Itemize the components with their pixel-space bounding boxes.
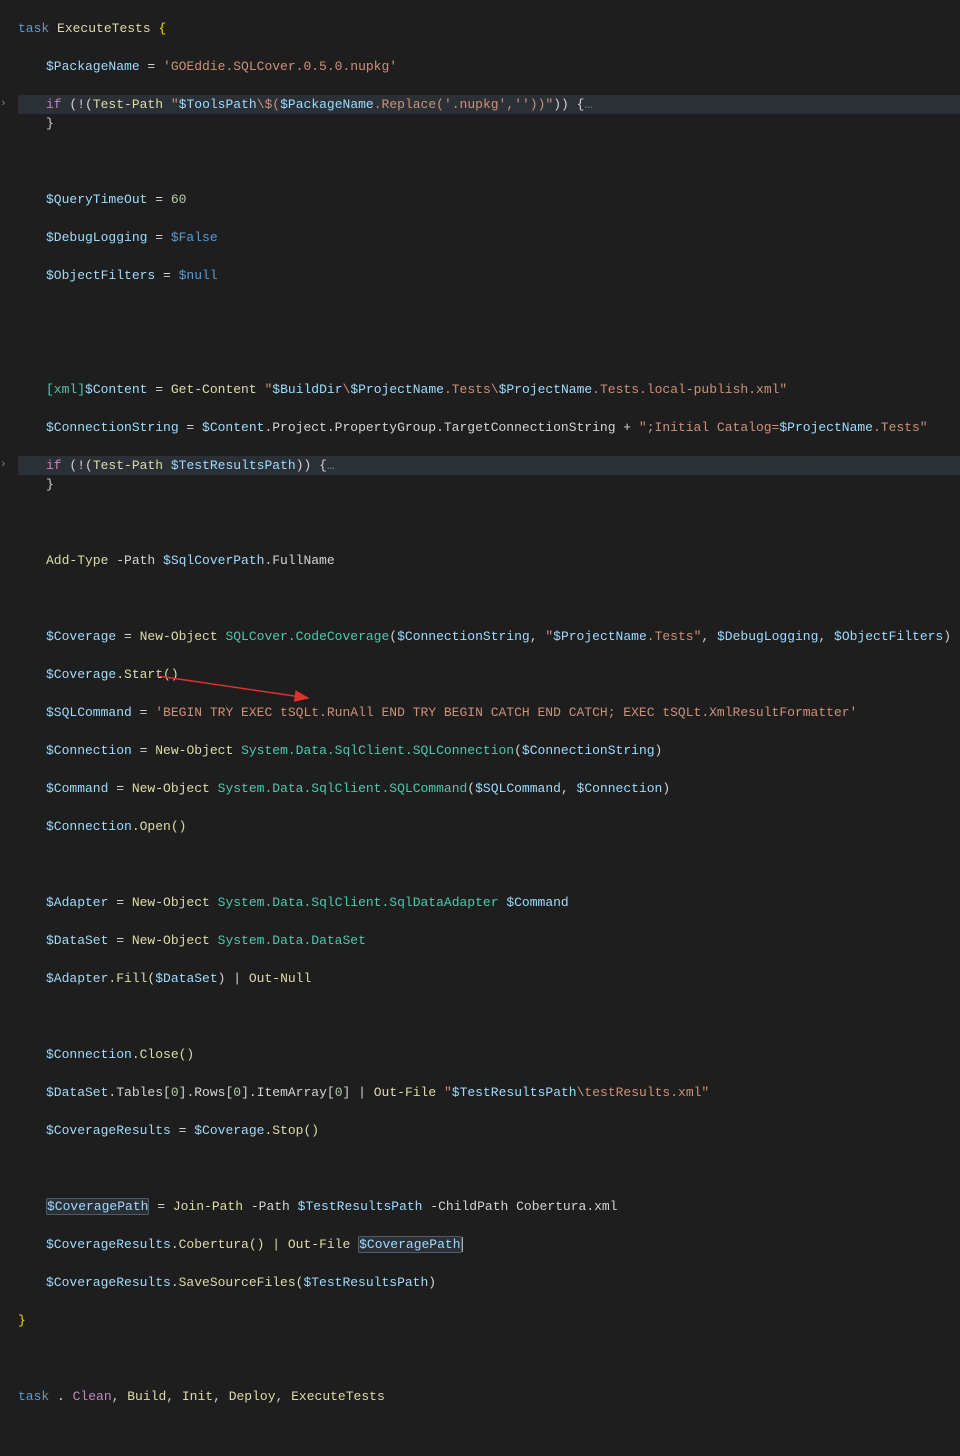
variable: $ToolsPath <box>179 97 257 112</box>
variable: $DebugLogging <box>46 230 147 245</box>
code-line[interactable]: [xml]$Content = Get-Content "$BuildDir\$… <box>18 380 960 399</box>
parameter: -Path <box>108 553 163 568</box>
variable-highlighted: $CoveragePath <box>46 1198 149 1215</box>
keyword-if: if <box>46 458 62 473</box>
code-line-empty[interactable] <box>18 152 960 171</box>
constant: $False <box>171 230 218 245</box>
code-line[interactable]: $Connection.Open() <box>18 817 960 836</box>
code-line-folded[interactable]: ›if (!(Test-Path "$ToolsPath\$($PackageN… <box>18 95 960 114</box>
code-line-empty[interactable] <box>18 1007 960 1026</box>
string: 'GOEddie.SQLCover.0.5.0.nupkg' <box>163 59 397 74</box>
string: 'BEGIN TRY EXEC tSQLt.RunAll END TRY BEG… <box>155 705 857 720</box>
fold-chevron-icon[interactable]: › <box>0 456 7 475</box>
code-line[interactable]: $Coverage.Start() <box>18 665 960 684</box>
code-line[interactable]: $Command = New-Object System.Data.SqlCli… <box>18 779 960 798</box>
task-name: Clean <box>73 1389 112 1404</box>
variable: $PackageName <box>46 59 140 74</box>
task-name: Build <box>127 1389 166 1404</box>
task-name: Deploy <box>229 1389 276 1404</box>
code-line[interactable]: $ConnectionString = $Content.Project.Pro… <box>18 418 960 437</box>
brace: } <box>18 1313 26 1328</box>
punct: )) { <box>553 97 584 112</box>
function-name: ExecuteTests <box>57 21 151 36</box>
variable: $ConnectionString <box>46 420 179 435</box>
brace: { <box>158 21 166 36</box>
code-line-empty[interactable] <box>18 1159 960 1178</box>
operator: = <box>140 59 163 74</box>
variable: $SqlCoverPath <box>163 553 264 568</box>
code-line-folded[interactable]: ›if (!(Test-Path $TestResultsPath)) {… <box>18 456 960 475</box>
task-name: ExecuteTests <box>291 1389 385 1404</box>
code-line-empty[interactable] <box>18 513 960 532</box>
fold-ellipsis-icon[interactable]: … <box>584 97 592 112</box>
code-line[interactable]: $CoverageResults.SaveSourceFiles($TestRe… <box>18 1273 960 1292</box>
code-line[interactable]: $Connection.Close() <box>18 1045 960 1064</box>
text-cursor <box>462 1237 463 1252</box>
code-line[interactable]: $Coverage = New-Object SQLCover.CodeCove… <box>18 627 960 646</box>
code-line[interactable]: task ExecuteTests { <box>18 19 960 38</box>
code-line[interactable]: $CoverageResults = $Coverage.Stop() <box>18 1121 960 1140</box>
code-line[interactable]: $PackageName = 'GOEddie.SQLCover.0.5.0.n… <box>18 57 960 76</box>
code-line[interactable]: $Adapter = New-Object System.Data.SqlCli… <box>18 893 960 912</box>
variable: $Content <box>85 382 147 397</box>
keyword-task: task <box>18 21 49 36</box>
code-line[interactable]: $CoverageResults.Cobertura() | Out-File … <box>18 1235 960 1254</box>
number: 60 <box>171 192 187 207</box>
cmdlet: Test-Path <box>93 458 163 473</box>
task-name: Init <box>182 1389 213 1404</box>
type-accel: [xml] <box>46 382 85 397</box>
code-line[interactable]: $CoveragePath = Join-Path -Path $TestRes… <box>18 1197 960 1216</box>
code-line-empty[interactable] <box>18 855 960 874</box>
code-line[interactable]: } <box>18 114 960 133</box>
variable: $QueryTimeOut <box>46 192 147 207</box>
code-line-empty[interactable] <box>18 304 960 323</box>
code-line[interactable]: task . Clean, Build, Init, Deploy, Execu… <box>18 1387 960 1406</box>
brace: } <box>46 477 54 492</box>
keyword-task: task <box>18 1389 49 1404</box>
code-line[interactable]: $ObjectFilters = $null <box>18 266 960 285</box>
code-line-empty[interactable] <box>18 1349 960 1368</box>
cmdlet: Get-Content <box>171 382 257 397</box>
code-line[interactable]: } <box>18 475 960 494</box>
keyword-if: if <box>46 97 62 112</box>
code-editor[interactable]: task ExecuteTests { $PackageName = 'GOEd… <box>18 0 960 1456</box>
code-line[interactable]: $QueryTimeOut = 60 <box>18 190 960 209</box>
cmdlet: Test-Path <box>93 97 163 112</box>
code-line[interactable]: } <box>18 1311 960 1330</box>
code-line[interactable]: Add-Type -Path $SqlCoverPath.FullName <box>18 551 960 570</box>
fold-ellipsis-icon[interactable]: … <box>327 458 335 473</box>
type: SQLCover.CodeCoverage <box>225 629 389 644</box>
code-line[interactable]: $SQLCommand = 'BEGIN TRY EXEC tSQLt.RunA… <box>18 703 960 722</box>
variable: $TestResultsPath <box>171 458 296 473</box>
code-line[interactable]: $DataSet = New-Object System.Data.DataSe… <box>18 931 960 950</box>
punct: (!( <box>62 97 93 112</box>
constant: $null <box>179 268 218 283</box>
cmdlet: Add-Type <box>46 553 108 568</box>
code-line[interactable]: $Adapter.Fill($DataSet) | Out-Null <box>18 969 960 988</box>
variable: $ObjectFilters <box>46 268 155 283</box>
fold-chevron-icon[interactable]: › <box>0 95 7 114</box>
brace: } <box>46 116 54 131</box>
variable: $PackageName <box>280 97 374 112</box>
variable-highlighted: $CoveragePath <box>358 1236 461 1253</box>
code-line-empty[interactable] <box>18 342 960 361</box>
code-line[interactable]: $DebugLogging = $False <box>18 228 960 247</box>
code-line[interactable]: $Connection = New-Object System.Data.Sql… <box>18 741 960 760</box>
code-line[interactable]: $DataSet.Tables[0].Rows[0].ItemArray[0] … <box>18 1083 960 1102</box>
code-line-empty[interactable] <box>18 589 960 608</box>
